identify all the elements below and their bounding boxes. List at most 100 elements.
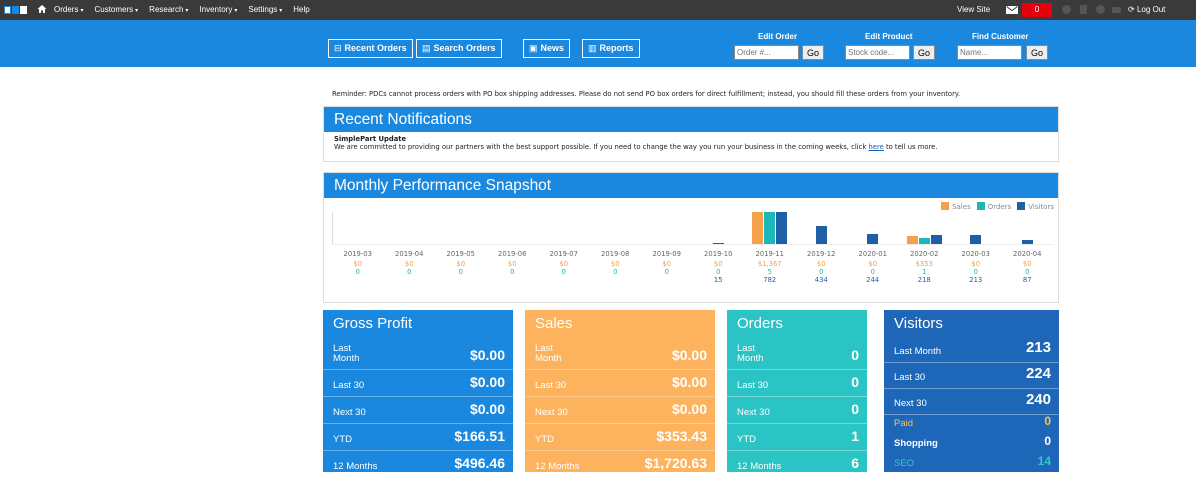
- news-icon: ▣: [529, 43, 538, 53]
- chart-bar-sales[interactable]: [906, 236, 918, 244]
- legend-sales[interactable]: Sales: [941, 202, 971, 211]
- sales-row: Last 30 $0.00: [525, 369, 715, 396]
- chart-bars: [332, 212, 384, 244]
- nav-customers[interactable]: Customers ▾: [94, 5, 138, 14]
- chart-column: 2019-12 $0 0 434: [796, 212, 848, 298]
- row-value: $0.00: [671, 374, 707, 390]
- chart-column: 2019-09 $0 0: [641, 212, 693, 298]
- chart-orders-value: 1: [922, 268, 927, 276]
- help-icon[interactable]: [1096, 5, 1105, 14]
- edit-order-go-button[interactable]: Go: [802, 45, 824, 60]
- chart-column: 2019-04 $0 0: [384, 212, 436, 298]
- chart-month-label: 2020-02: [910, 250, 939, 258]
- reports-button[interactable]: ▥ Reports: [582, 39, 640, 58]
- search-orders-label: Search Orders: [433, 43, 496, 53]
- row-label: Last 30: [535, 380, 567, 391]
- notification-here-link[interactable]: here: [868, 143, 883, 151]
- row-label: YTD: [737, 434, 756, 445]
- log-out-link[interactable]: ⟳ Log Out: [1128, 5, 1165, 14]
- po-box-reminder: Reminder: PDCs cannot process orders wit…: [332, 90, 961, 98]
- recent-notifications-title: Recent Notifications: [324, 107, 1058, 132]
- chart-sales-value: $353: [915, 260, 933, 268]
- chart-bar-sales[interactable]: [752, 212, 764, 244]
- chart-bars: [538, 212, 590, 244]
- nav-orders-label: Orders: [54, 5, 79, 14]
- edit-product-go-button[interactable]: Go: [913, 45, 935, 60]
- find-customer-go-button[interactable]: Go: [1026, 45, 1048, 60]
- row-label: YTD: [535, 434, 554, 445]
- gross-profit-card: Gross Profit Last Month $0.00 Last 30 $0.0…: [323, 310, 513, 472]
- nav-help-label: Help: [293, 5, 310, 14]
- chart-month-label: 2020-03: [961, 250, 990, 258]
- home-icon[interactable]: [37, 4, 47, 16]
- row-label: Shopping: [894, 438, 938, 449]
- mail-icon[interactable]: [1006, 6, 1018, 14]
- row-value: 240: [1025, 391, 1051, 408]
- flag-icon[interactable]: [1080, 5, 1087, 14]
- chart-bars: [435, 212, 487, 244]
- chart-columns: 2019-03 $0 0 2019-04 $0 0 2019-05 $0 0 2019-06 $0 0…: [332, 212, 1054, 298]
- visitors-row: Paid 0: [884, 414, 1059, 434]
- orders-row: Last 30 0: [727, 369, 867, 396]
- find-customer-title: Find Customer: [972, 32, 1029, 41]
- row-label: Last 30: [737, 380, 769, 391]
- chart-orders-value: 0: [870, 268, 875, 276]
- chart-orders-value: 0: [458, 268, 463, 276]
- chart-month-label: 2019-05: [446, 250, 475, 258]
- chevron-down-icon: ▾: [279, 8, 283, 14]
- nav-settings[interactable]: Settings ▾: [248, 5, 282, 14]
- chevron-down-icon: ▾: [185, 8, 189, 14]
- legend-visitors[interactable]: Visitors: [1017, 202, 1054, 211]
- chart-orders-value: 0: [510, 268, 515, 276]
- chart-sales-value: $0: [868, 260, 878, 268]
- row-label: Last 30: [894, 372, 926, 383]
- order-number-input[interactable]: [734, 45, 799, 60]
- orders-card: Orders Last Month 0 Last 30 0 Next 30 0 YTD…: [727, 310, 867, 472]
- chart-bar-orders[interactable]: [918, 238, 930, 244]
- orders-row: Next 30 0: [727, 396, 867, 423]
- row-label: YTD: [333, 434, 352, 445]
- reports-label: Reports: [599, 43, 634, 53]
- refresh-icon: ⟳: [1128, 5, 1135, 14]
- nav-help[interactable]: Help: [293, 5, 309, 14]
- stock-code-input[interactable]: [845, 45, 910, 60]
- sales-title: Sales: [535, 315, 573, 332]
- chart-bar-visitors[interactable]: [867, 234, 879, 244]
- news-button[interactable]: ▣ News: [523, 39, 571, 58]
- nav-inventory[interactable]: Inventory ▾: [199, 5, 237, 14]
- customer-name-input[interactable]: [957, 45, 1022, 60]
- edit-product-title: Edit Product: [865, 32, 913, 41]
- chart-orders-value: 0: [1025, 268, 1030, 276]
- chart-month-label: 2019-12: [807, 250, 836, 258]
- gross-profit-row: Last 30 $0.00: [323, 369, 513, 396]
- chart-bar-visitors[interactable]: [970, 235, 982, 244]
- nav-research[interactable]: Research ▾: [149, 5, 188, 14]
- chart-bar-visitors[interactable]: [930, 235, 942, 244]
- chart-bar-visitors[interactable]: [776, 212, 788, 244]
- chart-column: 2019-08 $0 0: [590, 212, 642, 298]
- search-orders-button[interactable]: ▤ Search Orders: [416, 39, 502, 58]
- chart-month-label: 2019-11: [755, 250, 784, 258]
- legend-orders[interactable]: Orders: [976, 202, 1011, 211]
- chart-bar-visitors[interactable]: [712, 243, 724, 244]
- nav-customers-label: Customers: [94, 5, 134, 14]
- app-logo-icon[interactable]: [4, 6, 27, 14]
- chart-sales-value: $0: [507, 260, 517, 268]
- view-site-link[interactable]: View Site: [957, 5, 990, 14]
- account-icon[interactable]: [1062, 5, 1071, 14]
- legend-visitors-label: Visitors: [1028, 203, 1054, 211]
- chart-visitors-value: 15: [713, 276, 723, 284]
- chart-bar-visitors[interactable]: [1021, 240, 1033, 244]
- nav-orders[interactable]: Orders ▾: [54, 5, 83, 14]
- chart-sales-value: $0: [662, 260, 672, 268]
- notification-count-badge[interactable]: 0: [1022, 3, 1052, 17]
- chart-bar-orders[interactable]: [764, 212, 776, 244]
- row-value: 0: [1044, 414, 1051, 428]
- chart-bar-visitors[interactable]: [815, 226, 827, 244]
- recent-orders-button[interactable]: ⊟ Recent Orders: [328, 39, 413, 58]
- menu-icon[interactable]: [1112, 7, 1121, 13]
- row-value: 0: [851, 401, 859, 417]
- visitors-row: Next 30 240: [884, 388, 1059, 414]
- orders-title: Orders: [737, 315, 783, 332]
- visitors-row: Last Month 213: [884, 337, 1059, 362]
